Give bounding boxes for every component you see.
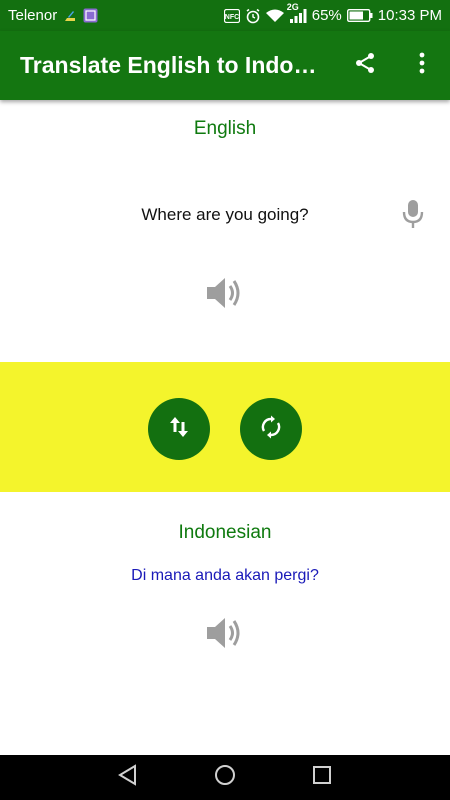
source-language-label[interactable]: English	[0, 118, 450, 140]
voice-input-button[interactable]	[398, 198, 428, 234]
clock: 10:33 PM	[377, 7, 442, 24]
source-speak-button[interactable]	[203, 275, 247, 315]
translated-text: Di mana anda akan pergi?	[131, 567, 319, 584]
share-icon	[353, 51, 377, 80]
image-icon	[83, 8, 98, 23]
status-bar: Telenor NFC 2G 65% 10:33 PM	[0, 0, 450, 31]
back-icon	[117, 764, 139, 791]
app-toolbar: Translate English to Indonesian	[0, 31, 450, 100]
wifi-icon	[265, 9, 284, 23]
nav-home-button[interactable]	[205, 758, 245, 798]
refresh-translation-button[interactable]	[240, 398, 302, 460]
action-band	[0, 362, 450, 492]
target-speak-button[interactable]	[203, 615, 247, 655]
target-language-label[interactable]: Indonesian	[0, 522, 450, 544]
speaker-icon	[205, 275, 245, 316]
battery-icon	[346, 9, 373, 22]
battery-percent: 65%	[311, 7, 342, 24]
more-vert-icon	[418, 52, 426, 79]
system-nav-bar	[0, 755, 450, 800]
svg-text:NFC: NFC	[225, 14, 239, 21]
signal-icon: 2G	[287, 2, 307, 23]
source-text-input[interactable]: Where are you going?	[0, 205, 450, 225]
overflow-menu-button[interactable]	[400, 31, 444, 100]
carrier-label: Telenor	[8, 7, 58, 24]
refresh-icon	[259, 415, 283, 444]
nfc-icon: NFC	[223, 8, 240, 23]
toolbar-title: Translate English to Indonesian	[20, 52, 320, 78]
speaker-icon	[205, 615, 245, 656]
alarm-icon	[245, 8, 261, 24]
swap-vert-icon	[168, 415, 190, 444]
sim-toolkit-icon	[63, 9, 77, 23]
recents-icon	[312, 765, 332, 790]
home-icon	[214, 764, 236, 791]
nav-recents-button[interactable]	[302, 758, 342, 798]
nav-back-button[interactable]	[108, 758, 148, 798]
share-button[interactable]	[343, 31, 387, 100]
mic-icon	[402, 199, 424, 234]
swap-languages-button[interactable]	[148, 398, 210, 460]
